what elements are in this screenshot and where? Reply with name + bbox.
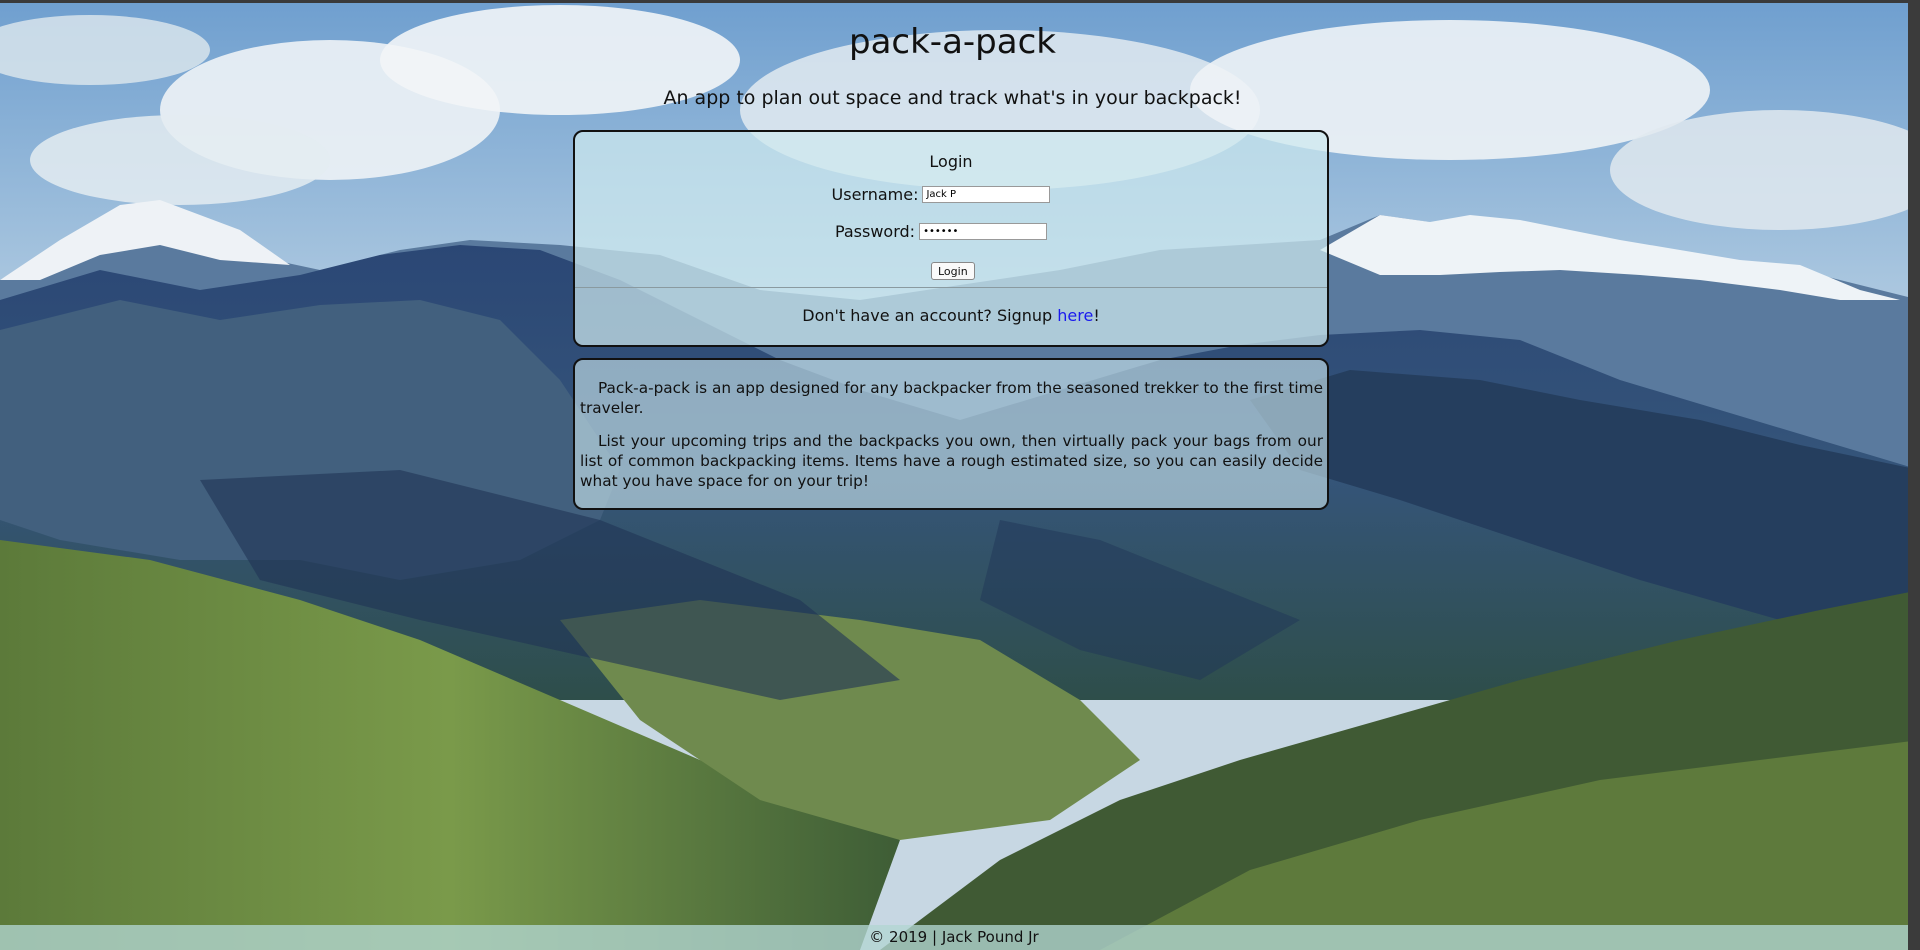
- username-label: Username:: [831, 185, 919, 204]
- login-panel: Login Username: Password: Login Don't ha…: [573, 130, 1329, 347]
- username-input[interactable]: [922, 186, 1051, 203]
- login-button[interactable]: Login: [931, 262, 975, 280]
- page-tagline: An app to plan out space and track what'…: [663, 87, 1242, 109]
- login-divider: [575, 287, 1327, 288]
- username-row: Username:: [575, 185, 1327, 204]
- scrollbar-track[interactable]: [1908, 0, 1920, 950]
- login-title: Login: [929, 152, 973, 171]
- page-title: pack-a-pack: [849, 22, 1056, 62]
- signup-suffix: !: [1093, 306, 1100, 325]
- signup-link[interactable]: here: [1057, 306, 1093, 325]
- signup-prompt: Don't have an account? Signup here!: [575, 306, 1327, 325]
- password-input[interactable]: [919, 223, 1048, 240]
- signup-prefix: Don't have an account? Signup: [802, 306, 1058, 325]
- password-row: Password:: [575, 222, 1327, 241]
- password-label: Password:: [834, 222, 916, 241]
- about-panel: Pack-a-pack is an app designed for any b…: [573, 358, 1329, 510]
- footer: © 2019 | Jack Pound Jr: [0, 925, 1908, 950]
- about-paragraph: Pack-a-pack is an app designed for any b…: [580, 379, 1323, 417]
- window-top-bar: [0, 0, 1920, 3]
- footer-copyright: © 2019 | Jack Pound Jr: [869, 928, 1039, 946]
- about-paragraph: List your upcoming trips and the backpac…: [580, 432, 1323, 490]
